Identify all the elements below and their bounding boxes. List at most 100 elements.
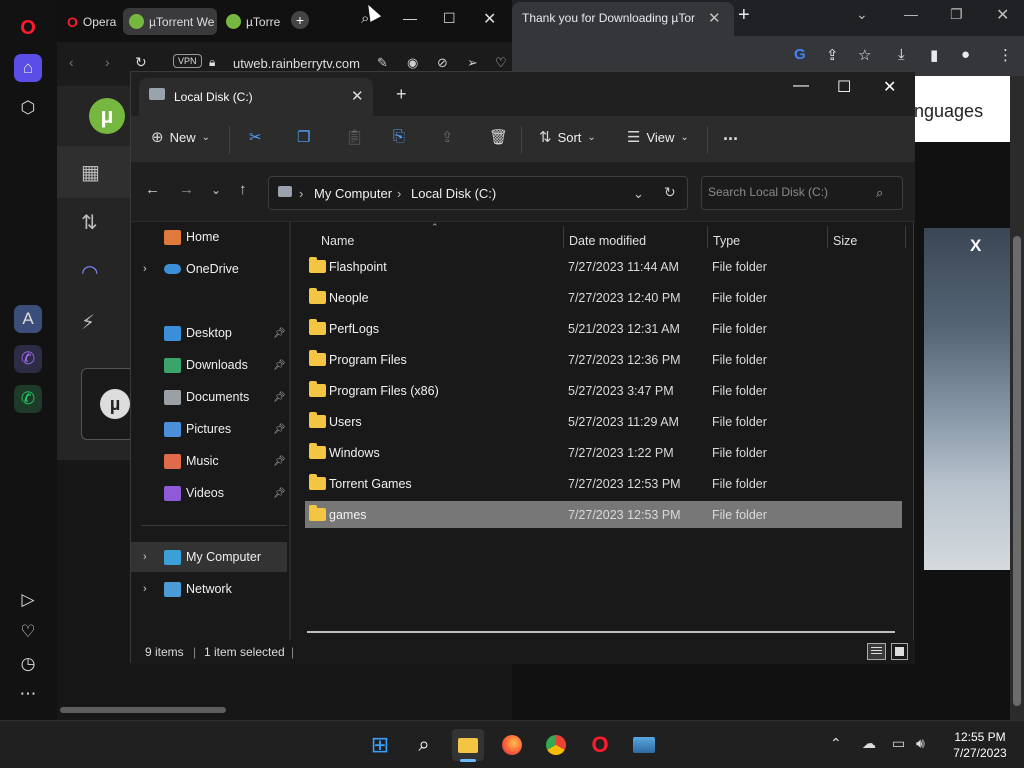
clock-date[interactable]: 7/27/2023 (944, 746, 1016, 760)
column-separator[interactable] (827, 226, 828, 248)
close-icon[interactable]: ✕ (351, 87, 364, 105)
breadcrumb-local-disk[interactable]: Local Disk (C:) (411, 186, 496, 201)
new-tab-button[interactable]: + (291, 11, 309, 29)
table-row[interactable]: Program Files (x86) 5/27/2023 3:47 PM File… (305, 377, 902, 404)
chrome-tab[interactable]: Thank you for Downloading µTor ✕ (512, 2, 734, 36)
whatsapp-icon[interactable]: ✆ (14, 385, 42, 413)
chevron-right-icon[interactable]: › (143, 583, 147, 595)
speed-icon[interactable]: ◠ (81, 260, 98, 285)
nav-item-downloads[interactable]: Downloads 📌︎ (131, 350, 287, 380)
maximize-icon[interactable]: ☐ (443, 10, 456, 27)
chrome-icon[interactable] (540, 729, 572, 761)
close-icon[interactable]: ✕ (996, 5, 1009, 25)
refresh-icon[interactable]: ↻ (664, 184, 676, 201)
nav-item-music[interactable]: Music 📌︎ (131, 446, 287, 476)
nav-network[interactable]: › Network (131, 574, 287, 604)
file-explorer-taskbar-button[interactable] (452, 729, 484, 762)
url-field[interactable]: utweb.rainberrytv.com (233, 56, 360, 71)
nav-item-documents[interactable]: Documents 📌︎ (131, 382, 287, 412)
sort-button[interactable]: ⇅ Sort ⌄ (539, 128, 596, 146)
chevron-right-icon[interactable]: › (143, 263, 147, 275)
send-icon[interactable]: ➢ (467, 55, 478, 71)
pin-icon[interactable]: 📌︎ (273, 360, 286, 371)
close-icon[interactable]: ✕ (708, 9, 721, 27)
new-tab-icon[interactable]: + (396, 84, 407, 105)
forward-icon[interactable]: → (179, 181, 194, 198)
pin-icon[interactable]: 📌︎ (273, 328, 286, 339)
column-size[interactable]: Size (833, 226, 857, 256)
chevron-down-icon[interactable]: ⌄ (856, 6, 868, 23)
camera-icon[interactable]: ◉ (407, 55, 418, 71)
column-date-modified[interactable]: Date modified (569, 226, 646, 256)
google-icon[interactable]: G (794, 46, 806, 63)
breadcrumb[interactable]: › My Computer › Local Disk (C:) ⌄ ↻ (268, 176, 688, 210)
search-box[interactable]: ⌕ (701, 176, 903, 210)
opera-tab-3[interactable]: µTorre (220, 8, 284, 35)
pin-icon[interactable]: 📌︎ (273, 488, 286, 499)
utorrent-logo-icon[interactable]: µ (89, 98, 125, 134)
new-tab-icon[interactable]: + (738, 4, 750, 27)
column-separator[interactable] (707, 226, 708, 248)
adblock-icon[interactable]: ⊘ (437, 55, 448, 71)
clock-time[interactable]: 12:55 PM (944, 730, 1016, 744)
column-type[interactable]: Type (713, 226, 740, 256)
opera-hscrollbar[interactable] (60, 707, 226, 713)
horizontal-scrollbar[interactable] (307, 631, 895, 633)
vpn-badge[interactable]: VPN (173, 54, 202, 68)
chrome-scrollbar[interactable] (1010, 76, 1024, 720)
utorrent-card[interactable]: µ (81, 368, 137, 440)
profile-icon[interactable]: ● (961, 46, 970, 63)
nav-onedrive[interactable]: › OneDrive (131, 254, 287, 284)
home-icon[interactable]: ⌂ (14, 54, 42, 82)
tiles-view-button[interactable] (891, 643, 908, 660)
opera-logo-icon[interactable]: O (14, 14, 42, 42)
cube-icon[interactable]: ⬡ (14, 94, 42, 122)
opera-tab-1[interactable]: O Opera (61, 8, 121, 35)
history-icon[interactable]: ◷ (14, 650, 42, 678)
breadcrumb-my-computer[interactable]: My Computer (314, 186, 392, 201)
heart-icon[interactable]: ♡ (495, 55, 507, 71)
sidepanel-icon[interactable]: ▮ (930, 46, 938, 64)
nav-home[interactable]: Home (131, 222, 287, 252)
paste-icon[interactable]: 📋︎ (345, 128, 364, 146)
heart-icon[interactable]: ♡ (14, 618, 42, 646)
restore-icon[interactable]: ❐ (950, 6, 963, 23)
star-icon[interactable]: ☆ (858, 46, 871, 64)
explorer-tab[interactable]: Local Disk (C:) ✕ (139, 78, 373, 116)
minimize-icon[interactable]: — (403, 10, 417, 26)
nav-my-computer[interactable]: › My Computer (131, 542, 287, 572)
table-row[interactable]: Program Files 7/27/2023 12:36 PM File fold… (305, 346, 902, 373)
cloud-off-icon[interactable]: ☁ (862, 735, 876, 752)
back-icon[interactable]: ← (145, 181, 160, 198)
delete-icon[interactable]: 🗑︎ (489, 128, 508, 146)
view-button[interactable]: ☰ View ⌄ (627, 128, 689, 146)
volume-icon[interactable]: 🔊︎ (916, 735, 925, 752)
boost-icon[interactable]: ⚡ (81, 310, 95, 335)
download-icon[interactable]: ⤓ (898, 46, 905, 63)
copy-icon[interactable]: ❐ (297, 128, 310, 146)
aria-icon[interactable]: A (14, 305, 42, 333)
chevron-down-icon[interactable]: ⌄ (633, 186, 644, 202)
table-row[interactable]: Torrent Games 7/27/2023 12:53 PM File fold… (305, 470, 902, 497)
pin-icon[interactable]: 📌︎ (273, 424, 286, 435)
menu-icon[interactable]: ⋮ (998, 46, 1013, 64)
nav-item-desktop[interactable]: Desktop 📌︎ (131, 318, 287, 348)
column-name[interactable]: Name (321, 226, 354, 256)
back-icon[interactable]: ‹ (69, 54, 74, 70)
opera-taskbar-icon[interactable]: O (584, 729, 616, 761)
start-icon[interactable]: ⊞ (364, 729, 396, 761)
cut-icon[interactable]: ✂ (249, 128, 262, 146)
reload-icon[interactable]: ↻ (135, 54, 147, 71)
maximize-icon[interactable]: ☐ (837, 77, 851, 97)
close-icon[interactable]: ✕ (483, 9, 496, 29)
recent-locations-icon[interactable]: ⌄ (211, 183, 221, 197)
table-row[interactable]: Flashpoint 7/27/2023 11:44 AM File folder (305, 253, 902, 280)
more-icon[interactable]: ⋯ (14, 680, 42, 708)
table-row[interactable]: Windows 7/27/2023 1:22 PM File folder (305, 439, 902, 466)
network-icon[interactable]: ▭ (892, 735, 905, 752)
share-icon[interactable]: ⇪ (826, 46, 839, 64)
player-icon[interactable]: ▷ (14, 586, 42, 614)
minimize-icon[interactable]: — (793, 77, 809, 95)
chevron-right-icon[interactable]: › (143, 551, 147, 563)
nav-item-pictures[interactable]: Pictures 📌︎ (131, 414, 287, 444)
